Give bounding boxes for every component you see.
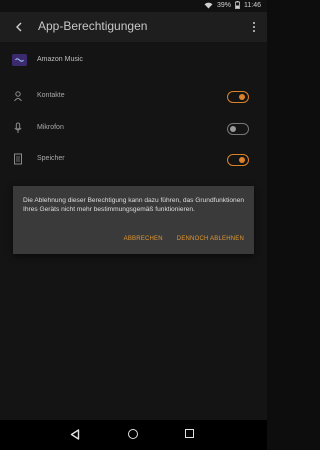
app-bar: App-Berechtigungen <box>0 12 267 42</box>
person-icon <box>14 91 22 102</box>
toggle-knob <box>239 157 245 163</box>
permission-label: Speicher <box>37 155 65 162</box>
nav-recents-icon[interactable] <box>185 429 194 438</box>
microphone-icon <box>14 122 22 133</box>
status-bar: 39% 11:46 <box>0 0 267 12</box>
permission-label: Mikrofon <box>37 124 64 131</box>
wifi-icon <box>204 2 213 8</box>
back-button[interactable] <box>10 18 28 36</box>
storage-icon <box>14 153 22 165</box>
mikrofon-toggle[interactable] <box>227 123 249 135</box>
more-vert-icon-dot <box>253 30 255 32</box>
navigation-bar <box>0 420 267 450</box>
speicher-toggle[interactable] <box>227 154 249 166</box>
app-header: Amazon Music <box>0 48 267 76</box>
permission-row-kontakte[interactable]: Kontakte <box>0 85 267 107</box>
clock: 11:46 <box>244 1 261 9</box>
permission-row-mikrofon[interactable]: Mikrofon <box>0 117 267 139</box>
more-vert-icon-dot <box>253 26 255 28</box>
toggle-knob <box>239 94 245 100</box>
status-icons: 39% 11:46 <box>204 1 261 9</box>
battery-percent: 39% <box>216 1 231 9</box>
dialog-actions: ABBRECHEN DENNOCH ABLEHNEN <box>124 236 244 242</box>
cancel-button[interactable]: ABBRECHEN <box>124 236 163 242</box>
arrow-back-icon <box>16 22 22 32</box>
battery-icon <box>235 1 240 9</box>
deny-anyway-button[interactable]: DENNOCH ABLEHNEN <box>177 236 244 242</box>
kontakte-toggle[interactable] <box>227 91 249 103</box>
more-vert-icon <box>253 22 255 24</box>
nav-back-icon[interactable] <box>70 429 80 440</box>
permission-label: Kontakte <box>37 92 65 99</box>
toggle-knob <box>230 126 236 132</box>
music-wave-icon <box>15 58 24 62</box>
more-options-button[interactable] <box>251 19 257 35</box>
nav-home-icon[interactable] <box>128 429 138 439</box>
app-name: Amazon Music <box>37 56 83 63</box>
deny-permission-dialog: Die Ablehnung dieser Berechtigung kann d… <box>13 186 254 254</box>
page-title: App-Berechtigungen <box>38 19 148 33</box>
dialog-message: Die Ablehnung dieser Berechtigung kann d… <box>23 197 245 213</box>
amazon-music-logo-icon <box>12 54 27 66</box>
permission-row-speicher[interactable]: Speicher <box>0 148 267 170</box>
